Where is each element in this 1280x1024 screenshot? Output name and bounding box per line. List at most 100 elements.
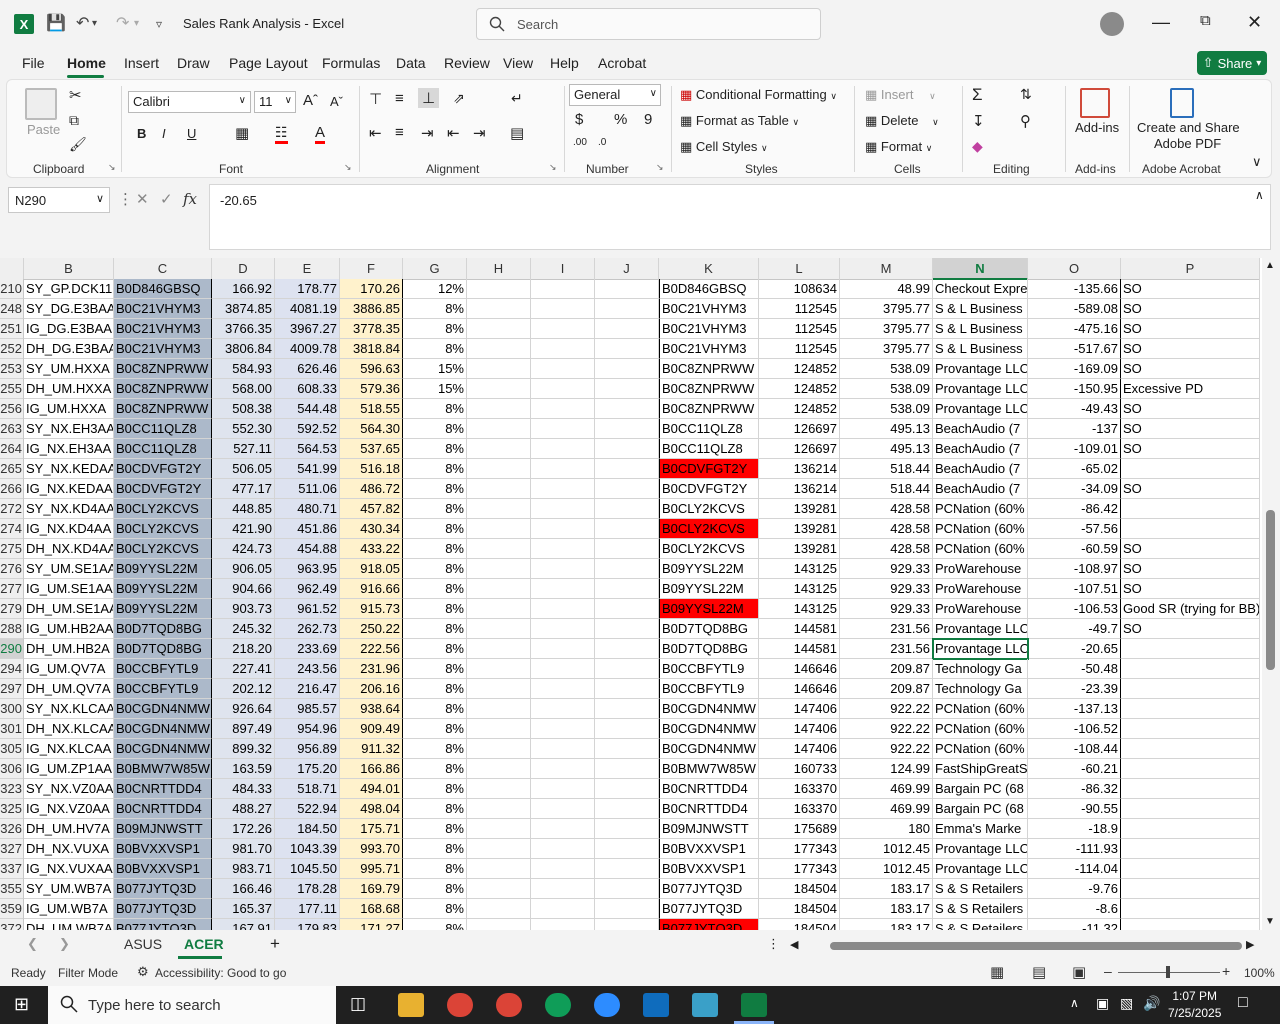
cell-f-265[interactable]: 516.18: [340, 459, 403, 479]
cell-m-253[interactable]: 538.09: [840, 359, 933, 379]
cell-k-337[interactable]: B0BVXXVSP1: [659, 859, 759, 879]
cell-k-301[interactable]: B0CGDN4NMW: [659, 719, 759, 739]
cell-c-279[interactable]: B09YYSL22M: [114, 599, 212, 619]
increase-font-icon[interactable]: Aˆ: [303, 92, 318, 109]
cell-e-272[interactable]: 480.71: [275, 499, 340, 519]
worksheet-grid[interactable]: B C D E F G H I J K L M N O P 210 SY_GP.DCK11. B0D846GBSQ…: [0, 258, 1262, 930]
row-header[interactable]: 276: [0, 559, 24, 579]
cell-m-252[interactable]: 3795.77: [840, 339, 933, 359]
cell-i-301[interactable]: [531, 719, 595, 739]
cell-b-323[interactable]: SY_NX.VZ0AA: [24, 779, 114, 799]
cell-f-325[interactable]: 498.04: [340, 799, 403, 819]
cell-d-323[interactable]: 484.33: [212, 779, 275, 799]
insert-function-icon[interactable]: fx: [183, 190, 197, 208]
comma-style-icon[interactable]: 9: [644, 111, 652, 128]
cell-p-294[interactable]: [1121, 659, 1260, 679]
cell-i-265[interactable]: [531, 459, 595, 479]
cell-k-275[interactable]: B0CLY2KCVS: [659, 539, 759, 559]
cell-c-263[interactable]: B0CC11QLZ8: [114, 419, 212, 439]
decrease-decimal-icon[interactable]: .0: [598, 137, 606, 148]
column-header-n[interactable]: N: [933, 258, 1028, 280]
cell-b-279[interactable]: DH_UM.SE1AA: [24, 599, 114, 619]
cell-c-325[interactable]: B0CNRTTDD4: [114, 799, 212, 819]
cell-b-290[interactable]: DH_UM.HB2A: [24, 639, 114, 659]
cell-f-288[interactable]: 250.22: [340, 619, 403, 639]
name-box[interactable]: N290 ∨: [8, 187, 110, 213]
cell-k-327[interactable]: B0BVXXVSP1: [659, 839, 759, 859]
cell-f-306[interactable]: 166.86: [340, 759, 403, 779]
cell-c-264[interactable]: B0CC11QLZ8: [114, 439, 212, 459]
close-icon[interactable]: ✕: [1247, 12, 1262, 33]
cell-h-274[interactable]: [467, 519, 531, 539]
cell-j-323[interactable]: [595, 779, 659, 799]
cell-j-255[interactable]: [595, 379, 659, 399]
cell-i-264[interactable]: [531, 439, 595, 459]
font-size-select[interactable]: 11 ∨: [254, 91, 296, 113]
account-avatar[interactable]: [1100, 12, 1124, 36]
cell-d-355[interactable]: 166.46: [212, 879, 275, 899]
cell-c-272[interactable]: B0CLY2KCVS: [114, 499, 212, 519]
cell-p-272[interactable]: [1121, 499, 1260, 519]
add-ins-icon[interactable]: [1080, 88, 1110, 118]
cell-k-305[interactable]: B0CGDN4NMW: [659, 739, 759, 759]
cell-m-326[interactable]: 180: [840, 819, 933, 839]
cell-j-279[interactable]: [595, 599, 659, 619]
taskbar-clock[interactable]: 1:07 PM 7/25/2025: [1168, 988, 1221, 1022]
row-header[interactable]: 359: [0, 899, 24, 919]
cell-b-248[interactable]: SY_DG.E3BAA: [24, 299, 114, 319]
cell-e-266[interactable]: 511.06: [275, 479, 340, 499]
sort-filter-icon[interactable]: ⇅: [1020, 86, 1032, 103]
cell-l-264[interactable]: 126697: [759, 439, 840, 459]
cell-o-294[interactable]: -50.48: [1028, 659, 1121, 679]
cell-i-305[interactable]: [531, 739, 595, 759]
redo-icon[interactable]: ↷: [116, 13, 129, 33]
cell-c-306[interactable]: B0BMW7W85W: [114, 759, 212, 779]
tab-help[interactable]: Help: [550, 55, 579, 71]
cell-i-272[interactable]: [531, 499, 595, 519]
row-header[interactable]: 288: [0, 619, 24, 639]
cell-j-253[interactable]: [595, 359, 659, 379]
chrome-profile-icon[interactable]: [496, 993, 522, 1017]
cell-j-276[interactable]: [595, 559, 659, 579]
cell-o-297[interactable]: -23.39: [1028, 679, 1121, 699]
create-share-pdf-line2[interactable]: Adobe PDF: [1154, 136, 1221, 151]
cell-b-266[interactable]: IG_NX.KEDAA: [24, 479, 114, 499]
cell-i-251[interactable]: [531, 319, 595, 339]
cell-m-279[interactable]: 929.33: [840, 599, 933, 619]
cell-m-306[interactable]: 124.99: [840, 759, 933, 779]
cell-h-326[interactable]: [467, 819, 531, 839]
cell-e-263[interactable]: 592.52: [275, 419, 340, 439]
cell-e-300[interactable]: 985.57: [275, 699, 340, 719]
row-header[interactable]: 325: [0, 799, 24, 819]
cell-j-277[interactable]: [595, 579, 659, 599]
cell-e-265[interactable]: 541.99: [275, 459, 340, 479]
cell-l-355[interactable]: 184504: [759, 879, 840, 899]
cell-h-294[interactable]: [467, 659, 531, 679]
increase-indent-icon[interactable]: ⇥: [473, 124, 486, 142]
cell-j-294[interactable]: [595, 659, 659, 679]
file-explorer-icon[interactable]: [398, 993, 424, 1017]
cell-l-210[interactable]: 108634: [759, 279, 840, 299]
cell-m-272[interactable]: 428.58: [840, 499, 933, 519]
cell-b-327[interactable]: DH_NX.VUXA: [24, 839, 114, 859]
cell-l-372[interactable]: 184504: [759, 919, 840, 930]
row-header[interactable]: 372: [0, 919, 24, 930]
cell-n-355[interactable]: S & S Retailers: [933, 879, 1028, 899]
cell-k-288[interactable]: B0D7TQD8BG: [659, 619, 759, 639]
cell-l-275[interactable]: 139281: [759, 539, 840, 559]
cell-i-279[interactable]: [531, 599, 595, 619]
cell-g-252[interactable]: 8%: [403, 339, 467, 359]
cell-i-323[interactable]: [531, 779, 595, 799]
cell-p-326[interactable]: [1121, 819, 1260, 839]
cell-k-359[interactable]: B077JYTQ3D: [659, 899, 759, 919]
cell-g-323[interactable]: 8%: [403, 779, 467, 799]
paste-label[interactable]: Paste: [27, 122, 60, 137]
cell-l-305[interactable]: 147406: [759, 739, 840, 759]
cell-m-372[interactable]: 183.17: [840, 919, 933, 930]
column-header-o[interactable]: O: [1028, 258, 1121, 280]
cell-i-337[interactable]: [531, 859, 595, 879]
cell-l-263[interactable]: 126697: [759, 419, 840, 439]
cell-c-277[interactable]: B09YYSL22M: [114, 579, 212, 599]
cell-p-305[interactable]: [1121, 739, 1260, 759]
cell-m-294[interactable]: 209.87: [840, 659, 933, 679]
